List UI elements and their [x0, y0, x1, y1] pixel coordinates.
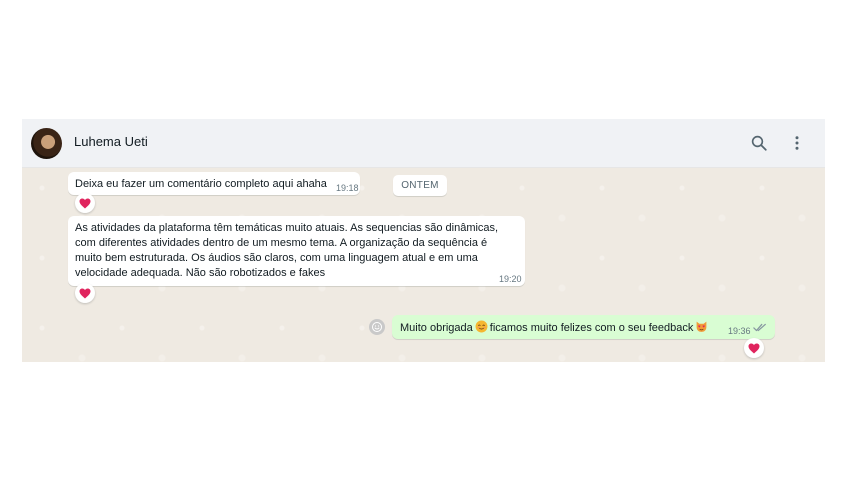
chat-header: Luhema Ueti	[22, 119, 825, 168]
message-text-part2: ficamos muito felizes com o seu feedback	[489, 322, 694, 334]
message-text: Deixa eu fazer um comentário completo aq…	[75, 178, 327, 190]
message-outgoing[interactable]: Muito obrigada ficamos muito felizes com…	[392, 315, 775, 339]
message-incoming[interactable]: As atividades da plataforma têm temática…	[68, 216, 525, 286]
reaction-heart[interactable]	[744, 338, 764, 358]
menu-button[interactable]	[785, 131, 809, 155]
message-time: 19:36	[728, 326, 751, 336]
heart-eyes-cat-emoji	[697, 321, 707, 332]
contact-name[interactable]: Luhema Ueti	[74, 134, 148, 149]
smiley-icon	[372, 322, 382, 332]
heart-icon	[748, 343, 760, 353]
message-time: 19:20	[499, 274, 522, 284]
date-divider: ONTEM	[393, 175, 447, 196]
contact-avatar[interactable]	[31, 128, 62, 159]
message-text-part1: Muito obrigada	[400, 322, 473, 334]
message-time: 19:18	[336, 183, 359, 193]
chat-window: Luhema Ueti Deixa eu fazer um comentário…	[22, 119, 825, 362]
message-text: As atividades da plataforma têm temática…	[75, 222, 499, 279]
react-emoji-button[interactable]	[369, 319, 385, 335]
reaction-heart[interactable]	[75, 283, 95, 303]
message-text: Muito obrigada ficamos muito felizes com…	[400, 320, 710, 336]
search-icon	[751, 135, 767, 151]
heart-icon	[79, 288, 91, 298]
search-button[interactable]	[747, 131, 771, 155]
double-check-icon	[753, 323, 766, 332]
kebab-menu-icon	[795, 136, 799, 150]
heart-icon	[79, 198, 91, 208]
message-incoming[interactable]: Deixa eu fazer um comentário completo aq…	[68, 172, 360, 195]
smiling-face-emoji	[475, 320, 488, 333]
reaction-heart[interactable]	[75, 193, 95, 213]
chat-area[interactable]: Deixa eu fazer um comentário completo aq…	[22, 168, 825, 362]
